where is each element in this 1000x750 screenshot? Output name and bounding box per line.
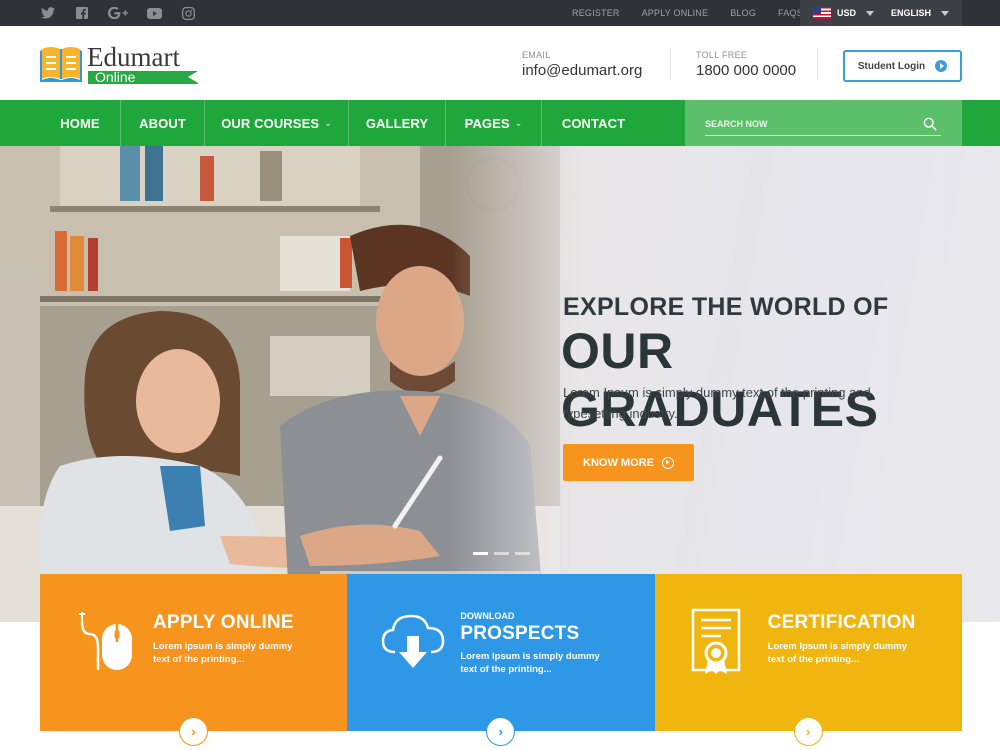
logo-ribbon-notch <box>188 71 198 83</box>
nav-item-our-courses[interactable]: OUR COURSES ⌄ <box>205 100 349 146</box>
site-logo[interactable]: Edumart Online <box>40 42 210 87</box>
apply-online-link[interactable]: APPLY ONLINE <box>642 8 709 18</box>
chevron-right-circle-button[interactable]: › <box>486 717 516 746</box>
feature-title: PROSPECTS <box>460 623 580 644</box>
google-plus-icon[interactable] <box>108 5 128 21</box>
caret-down-icon <box>866 10 875 16</box>
student-login-label: Student Login <box>857 60 926 72</box>
search-box <box>685 100 962 146</box>
logo-subtitle: Online <box>95 69 136 85</box>
feature-boxes: APPLY ONLINE Lorem ipsum is simply dummy… <box>40 574 962 746</box>
book-logo-icon <box>40 47 82 82</box>
nav-item-about[interactable]: ABOUT <box>121 100 205 146</box>
hero-description: Lorem Ipsum is simply dummy text of the … <box>563 385 871 421</box>
feature-description: Lorem ipsum is simply dummy text of the … <box>153 641 293 665</box>
know-more-label: KNOW MORE <box>583 456 654 469</box>
register-link[interactable]: REGISTER <box>572 8 620 18</box>
mouse-icon <box>79 612 132 670</box>
facebook-icon[interactable] <box>74 5 90 21</box>
chevron-right-icon: › <box>805 724 811 739</box>
hero-title-line1: EXPLORE THE WORLD OF <box>563 293 889 321</box>
feature-description: Lorem Ipsum is simply dummy text of the … <box>460 651 600 675</box>
phone-contact: TOLL FREE 1800 000 0000 <box>696 50 796 79</box>
arrow-circle-icon <box>661 456 674 469</box>
play-circle-icon <box>935 60 948 72</box>
nav-label: GALLERY <box>365 115 429 131</box>
phone-value: 1800 000 0000 <box>696 62 797 79</box>
feature-certification[interactable]: CERTIFICATION Lorem Ipsum is simply dumm… <box>654 574 962 746</box>
cloud-download-icon <box>382 614 445 668</box>
know-more-button[interactable]: KNOW MORE <box>563 444 694 481</box>
nav-item-pages[interactable]: PAGES ⌄ <box>446 100 542 146</box>
top-links: REGISTER APPLY ONLINE BLOG FAQS <box>572 0 825 26</box>
nav-menu: HOME ABOUT OUR COURSES ⌄ GALLERY PAGES ⌄… <box>40 100 645 146</box>
email-contact: EMAIL info@edumart.org <box>522 50 642 79</box>
feature-kicker: DOWNLOAD <box>460 611 515 621</box>
student-login-button[interactable]: Student Login <box>843 50 962 82</box>
hero-slider: EXPLORE THE WORLD OF OUR GRADUATES Lorem… <box>0 146 1000 622</box>
caret-down-icon <box>941 10 950 16</box>
slider-dot[interactable] <box>494 552 509 555</box>
site-header: Edumart Online EMAIL info@edumart.org TO… <box>0 26 1000 100</box>
nav-item-home[interactable]: HOME <box>40 100 121 146</box>
main-nav: HOME ABOUT OUR COURSES ⌄ GALLERY PAGES ⌄… <box>0 100 1000 146</box>
search-icon[interactable] <box>923 117 937 131</box>
feature-apply-online[interactable]: APPLY ONLINE Lorem ipsum is simply dummy… <box>40 574 348 746</box>
chevron-down-icon: ⌄ <box>324 117 332 128</box>
top-bar: REGISTER APPLY ONLINE BLOG FAQS USD ENGL… <box>0 0 1000 26</box>
us-flag-icon <box>813 7 831 19</box>
email-label: EMAIL <box>522 50 551 60</box>
instagram-icon[interactable] <box>180 5 196 21</box>
slider-dot[interactable] <box>515 552 530 555</box>
search-input[interactable] <box>705 112 941 136</box>
chevron-down-icon: ⌄ <box>514 117 523 128</box>
feature-description: Lorem Ipsum is simply dummy text of the … <box>767 641 908 665</box>
twitter-icon[interactable] <box>40 5 56 21</box>
chevron-right-circle-button[interactable]: › <box>179 717 208 746</box>
currency-selector[interactable]: USD <box>813 7 875 19</box>
email-value[interactable]: info@edumart.org <box>522 62 642 79</box>
nav-item-contact[interactable]: CONTACT <box>542 100 645 146</box>
chevron-right-icon: › <box>498 724 503 739</box>
nav-label: CONTACT <box>561 115 626 131</box>
feature-title: CERTIFICATION <box>767 612 916 633</box>
language-selector[interactable]: ENGLISH <box>891 8 950 18</box>
language-value: ENGLISH <box>891 8 932 18</box>
nav-label: OUR COURSES <box>221 115 320 131</box>
youtube-icon[interactable] <box>146 5 162 21</box>
feature-download-prospects[interactable]: DOWNLOAD PROSPECTS Lorem Ipsum is simply… <box>347 574 655 746</box>
feature-title: APPLY ONLINE <box>153 612 294 633</box>
chevron-right-icon: › <box>191 724 196 739</box>
nav-label: PAGES <box>464 115 510 131</box>
header-divider <box>817 48 818 80</box>
certificate-icon <box>691 608 740 674</box>
social-links <box>40 0 196 26</box>
slider-dot[interactable] <box>473 552 488 555</box>
currency-value: USD <box>837 8 857 18</box>
currency-language-selectors: USD ENGLISH <box>800 0 962 26</box>
header-divider <box>670 48 671 80</box>
blog-link[interactable]: BLOG <box>730 8 756 18</box>
chevron-right-circle-button[interactable]: › <box>793 717 823 746</box>
nav-label: ABOUT <box>139 115 186 131</box>
phone-label: TOLL FREE <box>696 50 748 60</box>
nav-label: HOME <box>60 115 100 131</box>
slider-dots <box>473 552 530 555</box>
nav-item-gallery[interactable]: GALLERY <box>349 100 446 146</box>
